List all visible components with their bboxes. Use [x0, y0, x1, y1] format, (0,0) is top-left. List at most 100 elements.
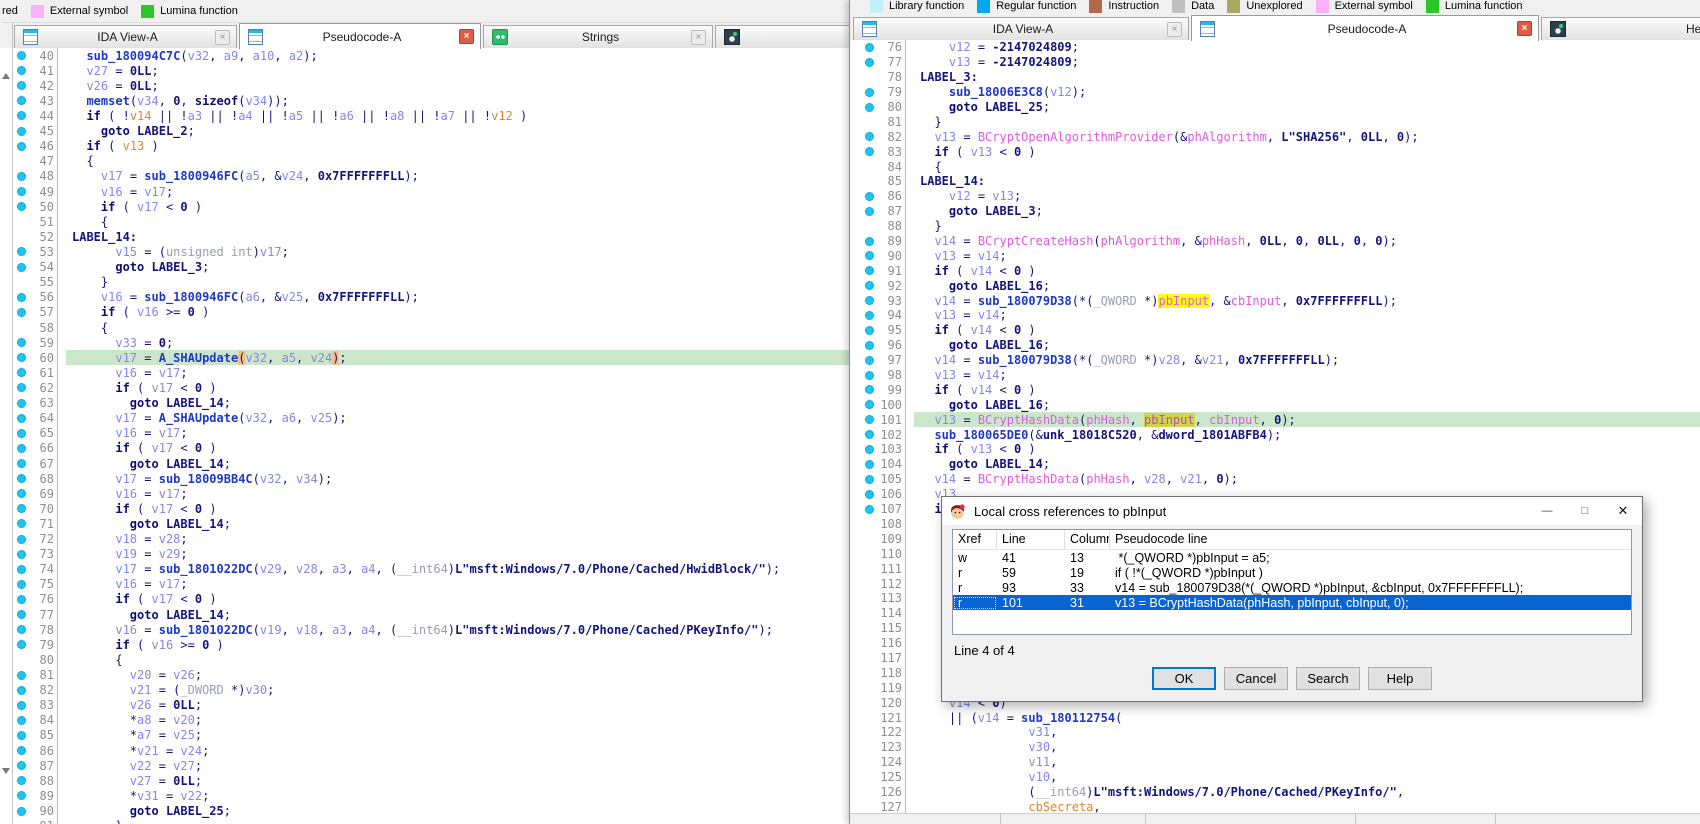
breakpoint-gutter[interactable] [862, 368, 876, 383]
close-button[interactable]: ✕ [1604, 497, 1642, 525]
code-line[interactable]: 51 { [0, 214, 849, 229]
code-line[interactable]: 77 v13 = -2147024809; [850, 55, 1700, 70]
breakpoint-gutter[interactable] [14, 516, 28, 531]
breakpoint-gutter[interactable] [14, 486, 28, 501]
breakpoint-gutter[interactable] [14, 350, 28, 365]
breakpoint-dot[interactable] [17, 172, 26, 181]
breakpoint-gutter[interactable] [14, 683, 28, 698]
breakpoint-dot[interactable] [17, 353, 26, 362]
code-line[interactable]: 67 goto LABEL_14; [0, 456, 849, 471]
breakpoint-gutter[interactable] [862, 100, 876, 115]
code-line[interactable]: 90 goto LABEL_25; [0, 803, 849, 818]
breakpoint-dot[interactable] [17, 776, 26, 785]
breakpoint-dot[interactable] [865, 281, 874, 290]
breakpoint-gutter[interactable] [862, 472, 876, 487]
breakpoint-gutter[interactable] [862, 353, 876, 368]
code-line[interactable]: 78LABEL_3: [850, 70, 1700, 85]
breakpoint-gutter[interactable] [14, 592, 28, 607]
code-line[interactable]: 80 goto LABEL_25; [850, 100, 1700, 115]
breakpoint-gutter[interactable] [14, 532, 28, 547]
breakpoint-gutter[interactable] [14, 698, 28, 713]
code-line[interactable]: 84 *a8 = v20; [0, 713, 849, 728]
breakpoint-gutter[interactable] [14, 396, 28, 411]
breakpoint-dot[interactable] [17, 202, 26, 211]
code-line[interactable]: 65 v16 = v17; [0, 426, 849, 441]
breakpoint-gutter[interactable] [14, 426, 28, 441]
breakpoint-dot[interactable] [17, 671, 26, 680]
breakpoint-gutter[interactable] [862, 248, 876, 263]
code-line[interactable]: 44 if ( !v14 || !a3 || !a4 || !a5 || !a6… [0, 108, 849, 123]
tab-strings[interactable]: Strings× [483, 25, 713, 48]
code-line[interactable]: 64 v17 = A_SHAUpdate(v32, a6, v25); [0, 411, 849, 426]
code-line[interactable]: 93 v14 = sub_180079D38(*(_QWORD *)pbInpu… [850, 293, 1700, 308]
ok-button[interactable]: OK [1152, 667, 1216, 690]
code-line[interactable]: 125 v10, [850, 770, 1700, 785]
code-line[interactable]: 42 v26 = 0LL; [0, 78, 849, 93]
code-line[interactable]: 126 (__int64)L"msft:Windows/7.0/Phone/Ca… [850, 785, 1700, 800]
code-line[interactable]: 103 if ( v13 < 0 ) [850, 442, 1700, 457]
breakpoint-gutter[interactable] [14, 562, 28, 577]
code-line[interactable]: 49 v16 = v17; [0, 184, 849, 199]
code-line[interactable]: 47 { [0, 154, 849, 169]
code-line[interactable]: 72 v18 = v28; [0, 532, 849, 547]
code-line[interactable]: 69 v16 = v17; [0, 486, 849, 501]
code-line[interactable]: 68 v17 = sub_18009BB4C(v32, v34); [0, 471, 849, 486]
breakpoint-dot[interactable] [865, 415, 874, 424]
xref-row[interactable]: r5919if ( !*(_QWORD *)pbInput ) [953, 565, 1631, 580]
breakpoint-dot[interactable] [17, 791, 26, 800]
breakpoint-gutter[interactable] [862, 189, 876, 204]
code-line[interactable]: 79 sub_18006E3C8(v12); [850, 85, 1700, 100]
breakpoint-dot[interactable] [17, 142, 26, 151]
code-line[interactable]: 88 } [850, 219, 1700, 234]
breakpoint-gutter[interactable] [862, 338, 876, 353]
breakpoint-dot[interactable] [17, 293, 26, 302]
breakpoint-gutter[interactable] [14, 637, 28, 652]
breakpoint-dot[interactable] [865, 371, 874, 380]
breakpoint-dot[interactable] [865, 385, 874, 394]
search-button[interactable]: Search [1296, 667, 1360, 690]
breakpoint-dot[interactable] [865, 460, 874, 469]
tab-close-icon[interactable]: × [1517, 21, 1532, 36]
code-line[interactable]: 62 if ( v17 < 0 ) [0, 380, 849, 395]
breakpoint-gutter[interactable] [862, 55, 876, 70]
code-line[interactable]: 91 } [0, 819, 849, 824]
breakpoint-gutter[interactable] [14, 622, 28, 637]
breakpoint-dot[interactable] [17, 640, 26, 649]
breakpoint-gutter[interactable] [862, 234, 876, 249]
code-line[interactable]: 74 v17 = sub_1801022DC(v29, v28, a3, a4,… [0, 562, 849, 577]
breakpoint-dot[interactable] [17, 610, 26, 619]
breakpoint-gutter[interactable] [14, 335, 28, 350]
code-line[interactable]: 95 if ( v14 < 0 ) [850, 323, 1700, 338]
xref-row[interactable]: w4113 *(_QWORD *)pbInput = a5; [953, 550, 1631, 565]
breakpoint-gutter[interactable] [862, 397, 876, 412]
breakpoint-gutter[interactable] [14, 411, 28, 426]
breakpoint-dot[interactable] [865, 341, 874, 350]
code-line[interactable]: 82 v21 = (_DWORD *)v30; [0, 683, 849, 698]
breakpoint-gutter[interactable] [14, 501, 28, 516]
code-line[interactable]: 91 if ( v14 < 0 ) [850, 263, 1700, 278]
breakpoint-dot[interactable] [865, 475, 874, 484]
tab-hex-view-1[interactable]: Hex View-1 [715, 25, 849, 48]
tab-ida-view-a[interactable]: IDA View-A× [14, 25, 237, 48]
code-line[interactable]: 90 v13 = v14; [850, 248, 1700, 263]
code-line[interactable]: 94 v13 = v14; [850, 308, 1700, 323]
breakpoint-gutter[interactable] [14, 743, 28, 758]
breakpoint-gutter[interactable] [14, 713, 28, 728]
breakpoint-dot[interactable] [17, 429, 26, 438]
breakpoint-dot[interactable] [865, 58, 874, 67]
breakpoint-dot[interactable] [17, 66, 26, 75]
code-line[interactable]: 54 goto LABEL_3; [0, 260, 849, 275]
breakpoint-gutter[interactable] [14, 577, 28, 592]
breakpoint-gutter[interactable] [14, 184, 28, 199]
code-line[interactable]: 100 goto LABEL_16; [850, 397, 1700, 412]
breakpoint-dot[interactable] [17, 263, 26, 272]
xref-row[interactable]: r10131v13 = BCryptHashData(phHash, pbInp… [953, 595, 1631, 610]
code-line[interactable]: 53 v15 = (unsigned int)v17; [0, 244, 849, 259]
breakpoint-dot[interactable] [865, 490, 874, 499]
breakpoint-dot[interactable] [865, 103, 874, 112]
breakpoint-dot[interactable] [17, 444, 26, 453]
breakpoint-gutter[interactable] [862, 487, 876, 502]
breakpoint-dot[interactable] [17, 625, 26, 634]
breakpoint-dot[interactable] [865, 43, 874, 52]
code-line[interactable]: 79 if ( v16 >= 0 ) [0, 637, 849, 652]
